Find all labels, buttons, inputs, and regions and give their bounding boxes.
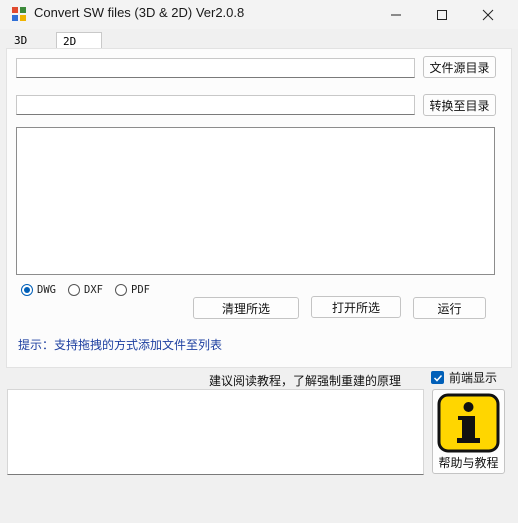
- maximize-button[interactable]: [419, 0, 465, 29]
- maximize-icon: [437, 9, 447, 20]
- tab-2d[interactable]: 2D: [56, 32, 102, 49]
- file-list[interactable]: [16, 127, 495, 275]
- format-label-dwg: DWG: [37, 284, 56, 296]
- source-directory-button[interactable]: 文件源目录: [423, 56, 496, 78]
- run-button[interactable]: 运行: [413, 297, 486, 319]
- radio-indicator: [115, 284, 127, 296]
- format-label-dxf: DXF: [84, 284, 103, 296]
- help-tutorial-button[interactable]: 帮助与教程: [432, 389, 505, 474]
- window-title: Convert SW files (3D & 2D) Ver2.0.8: [34, 5, 245, 20]
- minimize-icon: [391, 14, 401, 15]
- topmost-checkbox[interactable]: 前端显示: [431, 369, 497, 386]
- radio-indicator: [21, 284, 33, 296]
- close-button[interactable]: [465, 0, 511, 29]
- target-directory-input[interactable]: [16, 95, 415, 115]
- tab-3d[interactable]: 3D: [8, 32, 33, 49]
- close-icon: [482, 9, 494, 20]
- clear-selected-button[interactable]: 清理所选: [193, 297, 299, 319]
- format-radio-dxf[interactable]: DXF: [68, 284, 103, 296]
- source-directory-input[interactable]: [16, 58, 415, 78]
- format-label-pdf: PDF: [131, 284, 150, 296]
- title-bar[interactable]: Convert SW files (3D & 2D) Ver2.0.8: [0, 0, 518, 29]
- minimize-button[interactable]: [373, 0, 419, 29]
- format-radio-pdf[interactable]: PDF: [115, 284, 150, 296]
- drag-drop-hint: 提示：支持拖拽的方式添加文件至列表: [18, 338, 223, 352]
- app-icon: [12, 7, 26, 21]
- open-selected-button[interactable]: 打开所选: [311, 296, 401, 318]
- target-directory-button[interactable]: 转换至目录: [423, 94, 496, 116]
- log-textarea[interactable]: [7, 389, 424, 475]
- topmost-label: 前端显示: [449, 371, 498, 385]
- checkmark-icon: [431, 371, 444, 384]
- format-radio-dwg[interactable]: DWG: [21, 284, 56, 296]
- help-tutorial-label: 帮助与教程: [438, 456, 499, 470]
- info-icon: [437, 393, 500, 453]
- radio-indicator: [68, 284, 80, 296]
- tutorial-recommendation-text: 建议阅读教程，了解强制重建的原理: [209, 374, 402, 388]
